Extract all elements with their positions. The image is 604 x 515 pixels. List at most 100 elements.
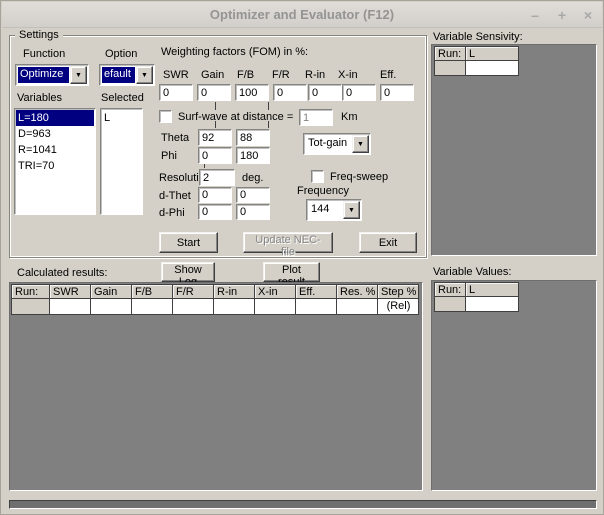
function-label: Function xyxy=(23,48,65,60)
surfwave-unit-label: Km xyxy=(341,111,358,123)
frequency-combobox[interactable]: 144 ▼ xyxy=(306,199,362,221)
results-header-cell: Step % xyxy=(378,285,419,299)
theta-to-input[interactable] xyxy=(236,129,270,146)
surfwave-label: Surf-wave at distance = xyxy=(178,111,293,123)
resolution-input[interactable] xyxy=(199,169,235,186)
fom-eff-input[interactable] xyxy=(380,84,414,101)
maximize-button[interactable]: + xyxy=(553,6,571,24)
variable-values-label: Variable Values: xyxy=(433,266,511,278)
minimize-button[interactable]: – xyxy=(526,6,544,24)
results-header-cell: Run: xyxy=(12,285,50,299)
fom-swr-input[interactable] xyxy=(159,84,193,101)
results-cell xyxy=(50,299,91,315)
selected-listbox[interactable]: L xyxy=(100,108,143,215)
sensitivity-table: Run: L xyxy=(434,46,519,76)
option-label: Option xyxy=(105,48,137,60)
results-cell xyxy=(214,299,255,315)
variables-list-item[interactable]: L=180 xyxy=(16,110,94,126)
results-cell xyxy=(173,299,214,315)
results-cell xyxy=(296,299,337,315)
results-header-cell: Gain xyxy=(91,285,132,299)
values-header-cell: L xyxy=(466,283,519,297)
results-header-cell: X-in xyxy=(255,285,296,299)
values-cell xyxy=(435,297,466,312)
fom-fr-input[interactable] xyxy=(273,84,307,101)
sensitivity-cell xyxy=(466,61,519,76)
values-header-row: Run: L xyxy=(435,283,519,297)
variables-list-item[interactable]: D=963 xyxy=(16,126,94,142)
d-thet-label: d-Thet xyxy=(159,190,191,202)
results-rel-cell: (Rel) xyxy=(378,299,419,315)
pattern-combobox-value: Tot-gain xyxy=(306,136,351,152)
fom-fb-input[interactable] xyxy=(235,84,269,101)
d-phi-label: d-Phi xyxy=(159,207,185,219)
fom-rin-label: R-in xyxy=(305,69,325,81)
results-cell xyxy=(132,299,173,315)
results-cell xyxy=(91,299,132,315)
values-table: Run: L xyxy=(434,282,519,312)
d-phi-input-2[interactable] xyxy=(236,204,270,220)
optimizer-window: Optimizer and Evaluator (F12) – + × Sett… xyxy=(0,0,604,515)
chevron-down-icon[interactable]: ▼ xyxy=(70,66,87,84)
fom-fr-label: F/R xyxy=(272,69,290,81)
values-header-cell: Run: xyxy=(435,283,466,297)
d-thet-input-1[interactable] xyxy=(198,187,232,203)
fom-xin-label: X-in xyxy=(338,69,358,81)
selected-label: Selected xyxy=(101,92,144,104)
sensitivity-header-cell: Run: xyxy=(435,47,466,61)
variables-list-item[interactable]: R=1041 xyxy=(16,142,94,158)
values-row xyxy=(435,297,519,312)
fom-rin-input[interactable] xyxy=(308,84,342,101)
variables-list-item[interactable]: TRI=70 xyxy=(16,158,94,174)
function-combobox[interactable]: Optimize ▼ xyxy=(15,64,89,86)
results-header-cell: Eff. xyxy=(296,285,337,299)
settings-legend: Settings xyxy=(15,29,63,41)
results-header-row: Run: SWR Gain F/B F/R R-in X-in Eff. Res… xyxy=(12,285,419,299)
sensitivity-header-cell: L xyxy=(466,47,519,61)
option-combobox-value: efault xyxy=(102,67,135,83)
chevron-down-icon[interactable]: ▼ xyxy=(343,201,360,219)
update-nec-button[interactable]: Update NEC-file xyxy=(243,232,333,253)
results-cell xyxy=(12,299,50,315)
freqsweep-checkbox[interactable] xyxy=(311,170,324,183)
option-combobox[interactable]: efault ▼ xyxy=(99,64,155,86)
chevron-down-icon[interactable]: ▼ xyxy=(352,135,369,153)
plot-result-button[interactable]: Plot result xyxy=(263,262,320,282)
sensitivity-cell xyxy=(435,61,466,76)
title-bar[interactable]: Optimizer and Evaluator (F12) – + × xyxy=(2,2,602,28)
fom-gain-input[interactable] xyxy=(197,84,231,101)
values-cell xyxy=(466,297,519,312)
function-combobox-value: Optimize xyxy=(18,67,69,83)
results-row: (Rel) xyxy=(12,299,419,315)
results-header-cell: SWR xyxy=(50,285,91,299)
d-phi-input-1[interactable] xyxy=(198,204,232,220)
fom-eff-label: Eff. xyxy=(380,69,396,81)
d-thet-input-2[interactable] xyxy=(236,187,270,203)
calculated-results-label: Calculated results: xyxy=(17,267,108,279)
phi-label: Phi xyxy=(161,150,177,162)
variables-listbox[interactable]: L=180 D=963 R=1041 TRI=70 xyxy=(14,108,96,215)
pattern-combobox[interactable]: Tot-gain ▼ xyxy=(303,133,371,155)
selected-list-item[interactable]: L xyxy=(102,110,141,126)
surfwave-distance-input[interactable] xyxy=(299,109,333,126)
variables-label: Variables xyxy=(17,92,62,104)
results-header-cell: F/B xyxy=(132,285,173,299)
theta-from-input[interactable] xyxy=(198,129,232,146)
tick-mark xyxy=(215,102,216,110)
phi-from-input[interactable] xyxy=(198,147,232,164)
chevron-down-icon[interactable]: ▼ xyxy=(136,66,153,84)
start-button[interactable]: Start xyxy=(159,232,218,253)
close-button[interactable]: × xyxy=(579,6,597,24)
exit-button[interactable]: Exit xyxy=(359,232,417,253)
fom-swr-label: SWR xyxy=(163,69,189,81)
surfwave-checkbox[interactable] xyxy=(159,110,172,123)
weighting-title: Weighting factors (FOM) in %: xyxy=(161,46,308,58)
results-cell xyxy=(255,299,296,315)
sensitivity-header-row: Run: L xyxy=(435,47,519,61)
phi-to-input[interactable] xyxy=(236,147,270,164)
show-log-button[interactable]: Show Log xyxy=(161,262,215,282)
freqsweep-label: Freq-sweep xyxy=(330,171,388,183)
tick-mark xyxy=(268,102,269,110)
results-cell xyxy=(337,299,378,315)
fom-xin-input[interactable] xyxy=(342,84,376,101)
